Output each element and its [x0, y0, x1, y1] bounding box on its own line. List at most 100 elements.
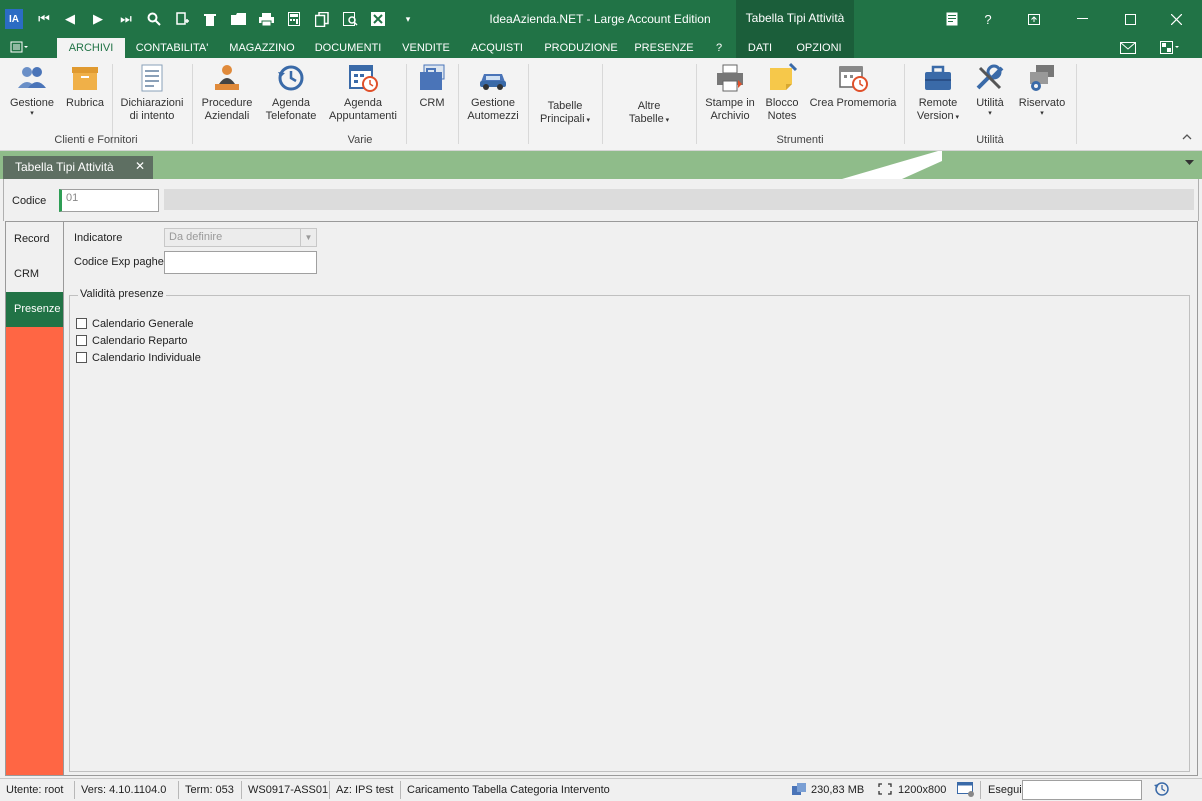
copy-icon[interactable]: [312, 9, 332, 29]
validita-presenze-title: Validità presenze: [78, 288, 166, 300]
stampe-archivio-button[interactable]: Stampe in Archivio: [702, 62, 758, 123]
calculator-icon[interactable]: [284, 9, 304, 29]
excel-export-icon[interactable]: [368, 9, 388, 29]
file-menu-button[interactable]: [8, 40, 42, 56]
agenda-app-label-2: Appuntamenti: [329, 110, 397, 122]
crm-label: CRM: [419, 97, 445, 109]
validita-presenze-group: Validità presenze Calendario Generale Ca…: [69, 288, 1190, 772]
utilita-button[interactable]: Utilità ▾: [970, 62, 1010, 118]
chevron-down-icon: ▾: [663, 117, 670, 124]
new-document-icon[interactable]: [172, 9, 192, 29]
chevron-down-icon[interactable]: ▼: [300, 229, 316, 246]
dichiarazioni-intento-button[interactable]: Dichiarazioni di intento: [118, 62, 186, 123]
window-layout-icon[interactable]: [1160, 38, 1180, 58]
group-label-utilita: Utilità: [976, 134, 1004, 146]
rubrica-button[interactable]: Rubrica: [62, 62, 108, 110]
tab-magazzino[interactable]: MAGAZZINO: [222, 38, 302, 58]
status-workstation: WS0917-ASS01: [248, 784, 329, 796]
person-desk-icon: [215, 65, 239, 90]
tab-produzione[interactable]: PRODUZIONE: [538, 38, 624, 58]
side-tab-presenze[interactable]: Presenze: [6, 292, 63, 327]
side-tab-record[interactable]: Record: [6, 222, 63, 257]
group-separator: [192, 64, 193, 144]
group-separator: [458, 64, 459, 144]
checkbox-calendario-individuale[interactable]: Calendario Individuale: [76, 350, 201, 365]
context-title: Tabella Tipi Attività: [736, 0, 854, 38]
altre-tabelle-button[interactable]: Altre Tabelle ▾: [614, 100, 684, 127]
crea-promemoria-button[interactable]: Crea Promemoria: [808, 62, 898, 110]
indicatore-select[interactable]: Da definire ▼: [164, 228, 317, 247]
group-separator: [528, 64, 529, 144]
toolbox-icon: [925, 65, 951, 90]
tab-presenze[interactable]: PRESENZE: [630, 38, 698, 58]
group-label-clienti: Clienti e Fornitori: [54, 134, 138, 146]
checkbox[interactable]: [76, 352, 87, 363]
riservato-button[interactable]: Riservato ▾: [1014, 62, 1070, 118]
indicatore-label: Indicatore: [74, 232, 123, 244]
checkbox-calendario-generale[interactable]: Calendario Generale: [76, 316, 194, 331]
procedure-aziendali-button[interactable]: Procedure Aziendali: [198, 62, 256, 123]
esegui-input[interactable]: [1022, 780, 1142, 800]
mail-icon[interactable]: [1118, 38, 1138, 58]
ribbon-display-icon[interactable]: [1024, 9, 1044, 29]
tab-help[interactable]: ?: [704, 38, 734, 58]
car-icon: [480, 74, 506, 90]
tab-contabilita[interactable]: CONTABILITA': [128, 38, 216, 58]
close-button[interactable]: [1166, 9, 1186, 29]
remote-label-1: Remote: [918, 97, 958, 109]
print-preview-icon[interactable]: [340, 9, 360, 29]
customize-toolbar-icon[interactable]: ▾: [398, 9, 418, 29]
blocco-notes-button[interactable]: Blocco Notes: [762, 62, 802, 123]
group-separator: [406, 64, 407, 144]
tab-vendite[interactable]: VENDITE: [396, 38, 456, 58]
tab-list-chevron-icon[interactable]: [1185, 158, 1194, 168]
last-record-icon[interactable]: ⏭: [116, 9, 136, 29]
title-bar: IA ⏮ ◀ ▶ ⏭ ▾ IdeaAzienda.NET - Large Acc…: [0, 0, 1202, 38]
document-icon[interactable]: [942, 9, 962, 29]
document-tab[interactable]: Tabella Tipi Attività ✕: [3, 156, 153, 179]
tab-acquisti[interactable]: ACQUISTI: [464, 38, 530, 58]
tab-dati[interactable]: DATI: [736, 38, 784, 58]
tab-opzioni[interactable]: OPZIONI: [784, 38, 854, 58]
gestione-button[interactable]: Gestione ▾: [6, 62, 58, 118]
maximize-button[interactable]: [1120, 9, 1140, 29]
folder-icon[interactable]: [228, 9, 248, 29]
close-icon[interactable]: ✕: [135, 159, 145, 173]
tab-archivi[interactable]: ARCHIVI: [57, 38, 125, 58]
next-record-icon[interactable]: ▶: [88, 9, 108, 29]
briefcase-copy-icon: [420, 64, 445, 90]
codice-label: Codice: [12, 195, 47, 207]
tab-documenti[interactable]: DOCUMENTI: [308, 38, 388, 58]
agenda-tel-label-2: Telefonate: [265, 110, 317, 122]
status-message: Caricamento Tabella Categoria Intervento: [407, 784, 610, 796]
checkbox-label: Calendario Generale: [92, 317, 194, 330]
refresh-clock-icon[interactable]: [1154, 781, 1170, 800]
prev-record-icon[interactable]: ◀: [60, 9, 80, 29]
codice-input[interactable]: 01: [59, 189, 159, 212]
crm-button[interactable]: CRM: [412, 62, 452, 110]
minimize-button[interactable]: [1072, 9, 1092, 29]
status-memory: 230,83 MB: [811, 784, 865, 796]
delete-icon[interactable]: [200, 9, 220, 29]
gestione-automezzi-button[interactable]: Gestione Automezzi: [464, 62, 522, 123]
app-logo[interactable]: IA: [5, 9, 23, 29]
group-separator: [602, 64, 603, 144]
first-record-icon[interactable]: ⏮: [34, 9, 54, 29]
tabelle-principali-button[interactable]: Tabelle Principali ▾: [534, 100, 596, 127]
history-icon: [278, 65, 304, 91]
status-bar: Utente: root Vers: 4.10.1104.0 Term: 053…: [0, 778, 1202, 801]
checkbox[interactable]: [76, 335, 87, 346]
collapse-ribbon-icon[interactable]: [1182, 132, 1192, 143]
search-icon[interactable]: [144, 9, 164, 29]
window-settings-icon[interactable]: [957, 782, 975, 800]
agenda-appuntamenti-button[interactable]: Agenda Appuntamenti: [326, 62, 400, 123]
checkbox[interactable]: [76, 318, 87, 329]
print-icon[interactable]: [256, 9, 276, 29]
side-tab-crm[interactable]: CRM: [6, 257, 63, 292]
group-separator: [696, 64, 697, 144]
help-icon[interactable]: ?: [978, 9, 998, 29]
agenda-telefonate-button[interactable]: Agenda Telefonate: [262, 62, 320, 123]
checkbox-calendario-reparto[interactable]: Calendario Reparto: [76, 333, 187, 348]
codice-exp-paghe-input[interactable]: [164, 251, 317, 274]
remote-version-button[interactable]: Remote Version ▾: [910, 62, 966, 124]
